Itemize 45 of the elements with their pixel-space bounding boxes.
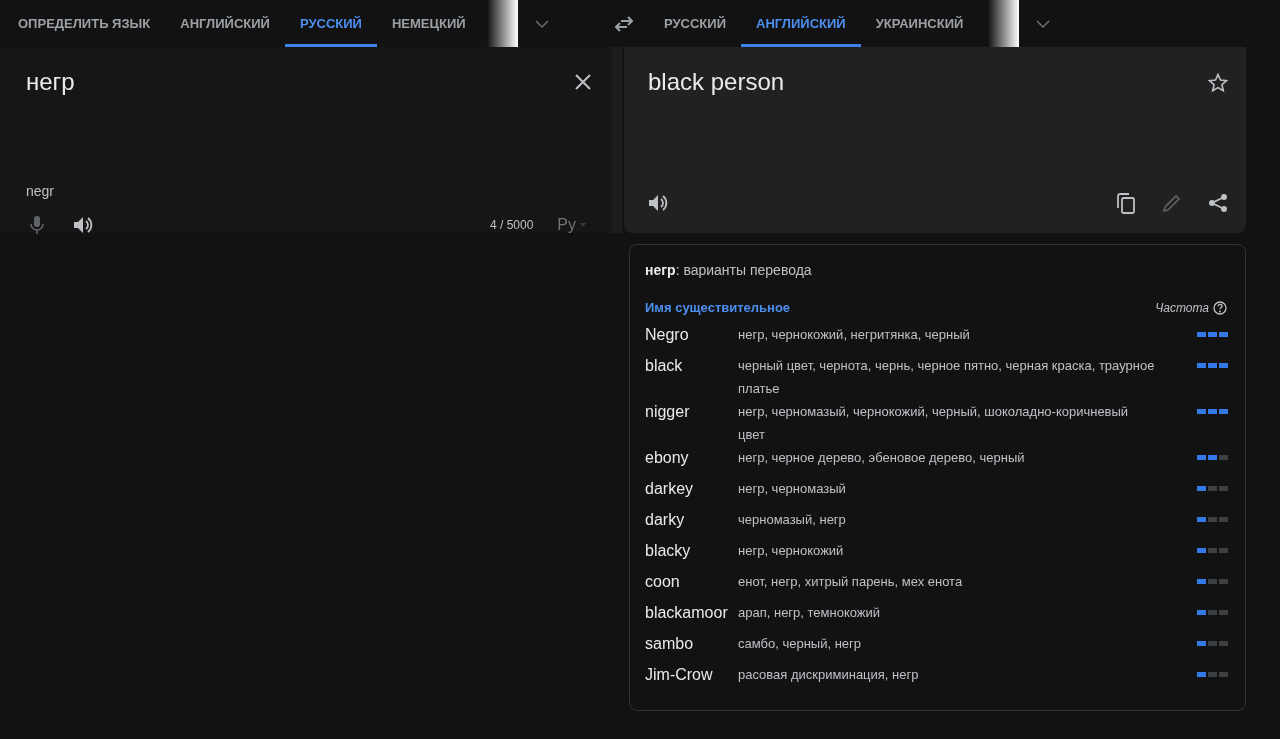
part-of-speech-label: Имя существительное	[645, 300, 791, 315]
entry-word: black	[645, 356, 684, 376]
entry-word: coon	[645, 572, 681, 592]
entry-word: darkey	[645, 479, 695, 499]
help-icon[interactable]	[1213, 300, 1227, 315]
language-tab[interactable]: ОПРЕДЕЛИТЬ ЯЗЫК	[3, 0, 166, 47]
entry-word: Negro	[645, 325, 690, 345]
language-tab[interactable]: НЕМЕЦКИЙ	[376, 0, 481, 47]
entry-translations: негр, чернокожий, негритянка, черный	[738, 326, 971, 344]
close-icon[interactable]	[575, 74, 591, 90]
entry-translations: черномазый, негр	[738, 511, 847, 529]
entry-word: Jim-Crow	[645, 665, 714, 685]
language-tab[interactable]: УКРАИНСКИЙ	[860, 0, 979, 47]
star-icon[interactable]	[1208, 72, 1228, 92]
entry-translations: негр, черномазый	[738, 480, 847, 498]
frequency-label: Частота	[1155, 300, 1209, 315]
source-text-field[interactable]: негр	[26, 68, 75, 96]
transliteration-text: negr	[26, 183, 56, 199]
entry-translations: расовая дискриминация, негр	[738, 666, 920, 684]
character-count: 4 / 5000	[489, 218, 534, 232]
entry-word: sambo	[645, 634, 695, 654]
entry-word: blackamoor	[645, 603, 729, 623]
tab-scroll-fade	[486, 0, 518, 47]
speaker-icon[interactable]	[73, 216, 93, 234]
input-tools-button[interactable]: Ру	[557, 216, 586, 234]
entry-translations: енот, негр, хитрый парень, мех енота	[738, 573, 964, 591]
entry-word: nigger	[645, 402, 691, 422]
dictionary-heading: негр: варианты перевода	[645, 262, 813, 278]
language-tab[interactable]: АНГЛИЙСКИЙ	[165, 0, 285, 47]
language-tab[interactable]: РУССКИЙ	[649, 0, 741, 47]
entry-translations: негр, черное дерево, эбеновое дерево, черный	[738, 449, 1026, 467]
entry-word: darky	[645, 510, 686, 530]
pencil-icon[interactable]	[1163, 194, 1181, 212]
entry-translations: негр, чернокожий	[738, 542, 845, 560]
entry-translations: самбо, черный, негр	[738, 635, 863, 653]
copy-icon[interactable]	[1117, 192, 1135, 214]
speaker-icon[interactable]	[648, 194, 668, 212]
entry-translations: арап, негр, темнокожий	[738, 604, 882, 622]
share-icon[interactable]	[1208, 193, 1228, 213]
entry-word: ebony	[645, 448, 690, 468]
tab-scroll-fade	[988, 0, 1020, 47]
caret-icon	[580, 223, 586, 227]
microphone-icon[interactable]	[30, 215, 44, 235]
entry-word: blacky	[645, 541, 692, 561]
translation-text: black person	[648, 68, 785, 96]
